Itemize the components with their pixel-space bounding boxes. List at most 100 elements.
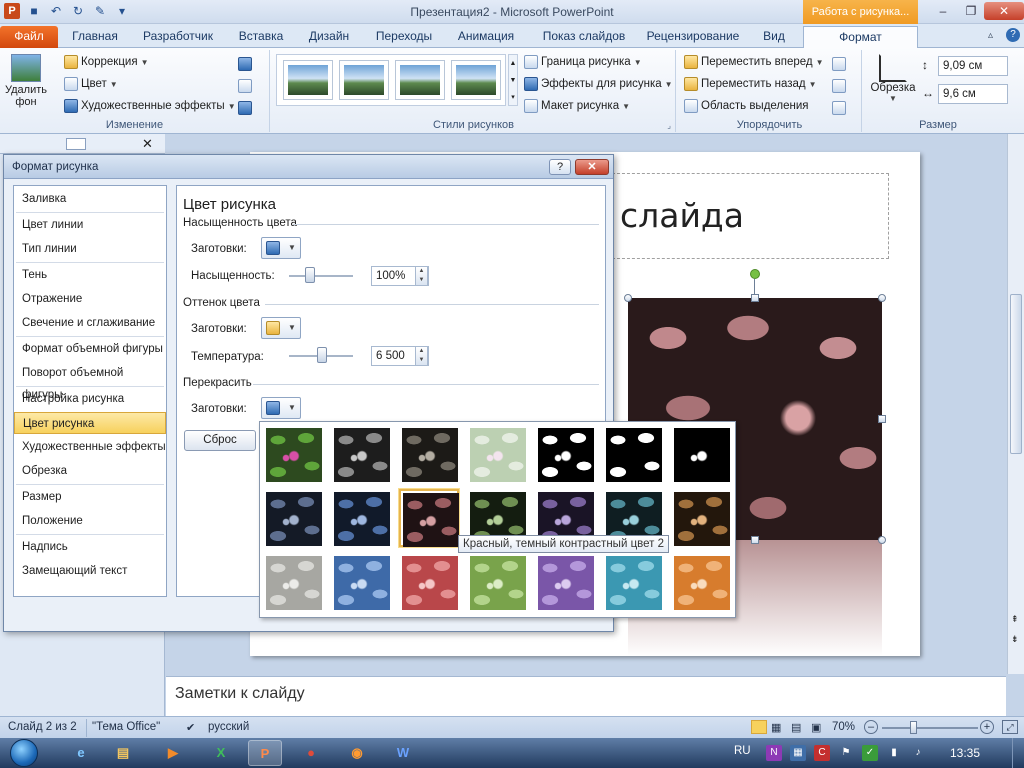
recolor-option[interactable] [263,425,323,483]
dialog-title-bar[interactable]: Формат рисунка ? ✕ [4,155,613,179]
dialog-close-button[interactable]: ✕ [575,159,609,175]
temperature-slider-thumb[interactable] [317,347,327,363]
recolor-option[interactable] [467,553,527,611]
explorer-icon[interactable]: ▤ [106,740,140,766]
prev-slide-icon[interactable]: ⇞ [1011,614,1019,625]
recolor-option[interactable] [535,425,595,483]
slide-sorter-icon[interactable]: ▦ [771,721,781,734]
spellcheck-icon[interactable]: ✔ [186,721,195,734]
picture-layout-button[interactable]: Макет рисунка ▼ [524,99,630,113]
remove-background-button[interactable]: Удалить фон [4,54,48,108]
network-tray-icon[interactable]: ▮ [886,745,902,761]
fit-slide-icon[interactable]: ⤢ [1002,720,1018,734]
width-input[interactable]: 9,6 см [938,84,1008,104]
start-button[interactable] [4,738,44,768]
help-icon[interactable]: ? [1006,28,1020,42]
word-icon[interactable]: W [386,740,420,766]
nav-size[interactable]: Размер [14,486,166,508]
tab-format[interactable]: Формат [803,26,918,48]
tab-review[interactable]: Рецензирование [640,26,746,48]
close-pane-icon[interactable]: ✕ [142,136,153,152]
send-backward-button[interactable]: Переместить назад ▼ [684,77,817,91]
recolor-option[interactable] [263,553,323,611]
ie-icon[interactable]: e [64,740,98,766]
recolor-option[interactable] [671,425,731,483]
saturation-spinner[interactable]: ▲ ▼ [415,266,428,286]
nav-fill[interactable]: Заливка [14,188,166,210]
recolor-presets-dropdown[interactable]: ▼ [261,397,301,419]
tab-design[interactable]: Дизайн [300,26,358,48]
theme-name[interactable]: "Тема Office" [92,721,160,733]
color-button[interactable]: Цвет ▼ [64,77,118,91]
crop-button[interactable]: Обрезка ▼ [868,54,918,103]
zoom-in-icon[interactable]: + [980,720,994,734]
resize-handle[interactable] [751,294,759,302]
notes-placeholder[interactable]: Заметки к слайду [175,685,305,703]
recolor-option[interactable] [399,425,459,483]
nav-glow[interactable]: Свечение и сглаживание [14,312,166,334]
temperature-spinner[interactable]: ▲ ▼ [415,346,428,366]
zoom-slider-thumb[interactable] [910,721,917,734]
selection-pane-button[interactable]: Область выделения [684,99,809,113]
saturation-presets-dropdown[interactable]: ▼ [261,237,301,259]
firefox-icon[interactable]: ◉ [340,740,374,766]
nav-reflection[interactable]: Отражение [14,288,166,310]
language-bar[interactable]: RU [734,745,751,757]
nav-text-box[interactable]: Надпись [14,536,166,558]
nav-line-style[interactable]: Тип линии [14,238,166,260]
nav-art-effects[interactable]: Художественные эффекты [14,436,166,458]
height-input[interactable]: 9,09 см [938,56,1008,76]
tab-animation[interactable]: Анимация [450,26,522,48]
saturation-slider-thumb[interactable] [305,267,315,283]
recolor-option[interactable] [399,489,459,547]
resize-handle[interactable] [878,536,886,544]
bring-forward-button[interactable]: Переместить вперед ▼ [684,55,824,69]
dialog-launcher-icon[interactable]: ⌟ [667,121,671,130]
reset-picture-icon[interactable] [238,100,252,115]
recolor-option[interactable] [467,425,527,483]
zoom-slider-track[interactable] [882,727,978,729]
style-thumb[interactable] [283,60,333,100]
normal-view-icon[interactable] [751,720,767,734]
app-icon[interactable]: ● [294,740,328,766]
tab-transitions[interactable]: Переходы [368,26,440,48]
compress-pictures-icon[interactable] [238,56,252,71]
nav-alt-text[interactable]: Замещающий текст [14,560,166,582]
picture-effects-button[interactable]: Эффекты для рисунка ▼ [524,77,673,91]
align-icon[interactable] [832,56,846,71]
tray-icon[interactable]: ▦ [790,745,806,761]
close-button[interactable]: ✕ [984,2,1024,20]
recolor-option[interactable] [603,425,663,483]
nav-3d-rotation[interactable]: Поворот объемной фигуры [14,362,166,401]
resize-handle[interactable] [878,415,886,423]
recolor-option[interactable] [331,425,391,483]
recolor-option[interactable] [671,489,731,547]
recolor-option[interactable] [671,553,731,611]
style-thumb[interactable] [395,60,445,100]
volume-tray-icon[interactable]: ♪ [910,745,926,761]
tab-developer[interactable]: Разработчик [134,26,222,48]
show-desktop-button[interactable] [1012,738,1024,768]
media-player-icon[interactable]: ▶ [156,740,190,766]
reset-button[interactable]: Сброс [184,430,256,451]
nav-picture-corrections[interactable]: Настройка рисунка [14,388,166,410]
maximize-button[interactable]: ❐ [958,2,984,20]
vertical-scrollbar[interactable]: ⇞ ⇟ [1007,134,1024,674]
tray-icon[interactable]: ✓ [862,745,878,761]
tab-view[interactable]: Вид [752,26,796,48]
tab-home[interactable]: Главная [66,26,124,48]
excel-icon[interactable]: X [204,740,238,766]
onenote-tray-icon[interactable]: N [766,745,782,761]
group-objects-icon[interactable] [832,78,846,93]
recolor-option[interactable] [535,553,595,611]
flag-tray-icon[interactable]: ⚑ [838,745,854,761]
next-slide-icon[interactable]: ⇟ [1011,634,1019,645]
styles-gallery[interactable] [276,54,506,106]
nav-picture-color[interactable]: Цвет рисунка [14,412,166,434]
language-indicator[interactable]: русский [208,721,249,733]
resize-handle[interactable] [751,536,759,544]
reading-view-icon[interactable]: ▤ [791,721,801,734]
nav-shadow[interactable]: Тень [14,264,166,286]
resize-handle[interactable] [624,294,632,302]
minimize-button[interactable]: – [930,2,956,20]
